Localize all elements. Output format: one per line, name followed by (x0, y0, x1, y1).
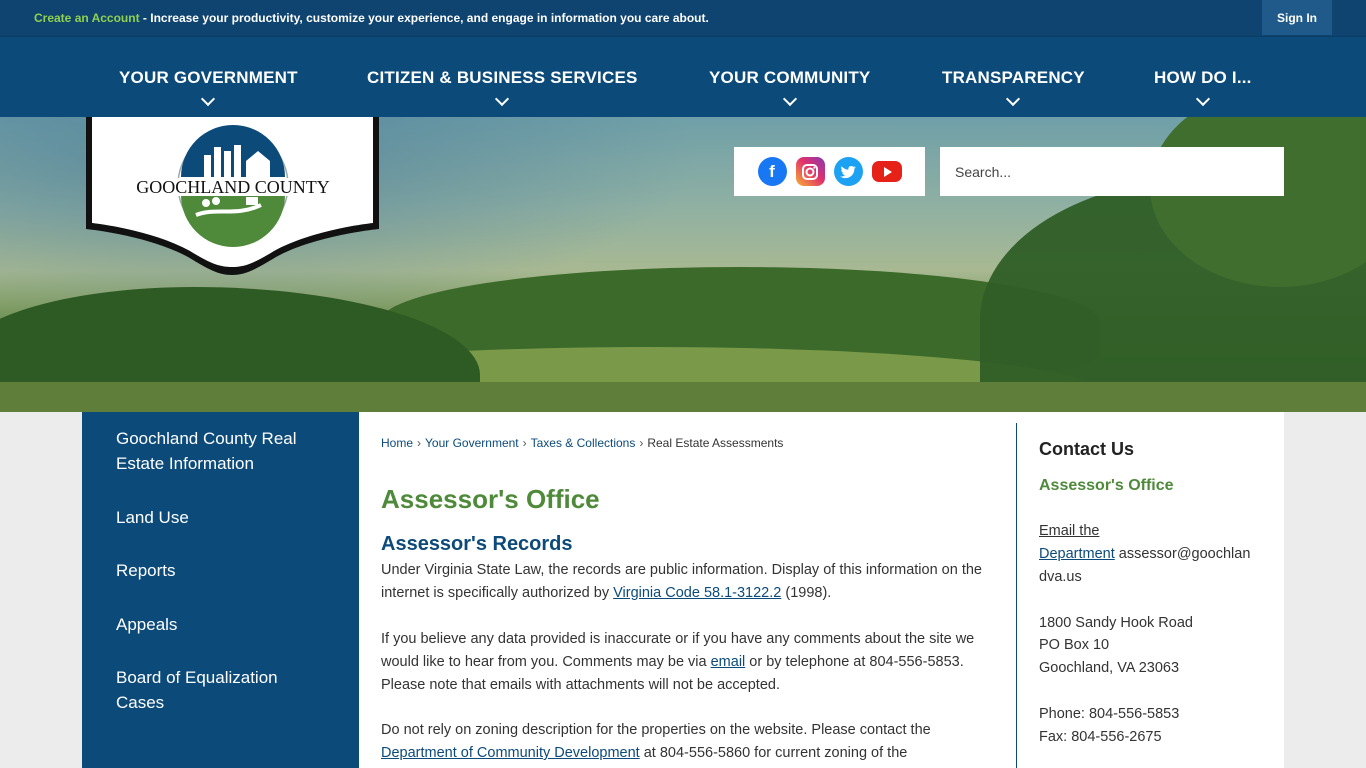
nav-your-community[interactable]: YOUR COMMUNITY (709, 68, 871, 107)
chevron-down-icon (782, 91, 797, 107)
breadcrumb-separator: › (417, 436, 422, 450)
account-message-text: - Increase your productivity, customize … (139, 11, 709, 25)
contact-panel: Contact Us Assessor's Office Email the D… (1016, 412, 1284, 768)
contact-phone: Phone: 804-556-5853 (1039, 706, 1180, 722)
paragraph-public-records: Under Virginia State Law, the records ar… (381, 562, 982, 601)
sidebar-item-reports[interactable]: Reports (116, 558, 326, 583)
nav-label: YOUR COMMUNITY (709, 68, 871, 87)
breadcrumb-separator: › (639, 436, 644, 450)
breadcrumb-home[interactable]: Home (381, 436, 413, 450)
county-logo[interactable]: GOOCHLAND COUNTY (86, 117, 379, 275)
logo-text: GOOCHLAND COUNTY (136, 177, 330, 197)
nav-transparency[interactable]: TRANSPARENCY (942, 68, 1085, 107)
breadcrumb-your-government[interactable]: Your Government (425, 436, 519, 450)
sidebar-item-appeals[interactable]: Appeals (116, 612, 326, 637)
chevron-down-icon (495, 91, 510, 107)
contact-department: Assessor's Office (1039, 477, 1174, 494)
nav-label: CITIZEN & BUSINESS SERVICES (367, 68, 638, 87)
chevron-down-icon (1006, 91, 1021, 107)
sign-in-button[interactable]: Sign In (1262, 0, 1332, 35)
instagram-icon[interactable] (795, 157, 825, 186)
account-bar: Create an Account - Increase your produc… (0, 0, 1366, 36)
main-nav: YOUR GOVERNMENT CITIZEN & BUSINESS SERVI… (0, 36, 1366, 117)
nav-label: TRANSPARENCY (942, 68, 1085, 87)
page-title: Assessor's Office (381, 484, 600, 514)
contact-email-line: Department assessor@goochlan (1039, 546, 1250, 562)
nav-label: YOUR GOVERNMENT (119, 68, 298, 87)
search-box (940, 147, 1284, 196)
contact-address-pobox: PO Box 10 (1039, 637, 1110, 653)
contact-email-cont: dva.us (1039, 569, 1082, 585)
nav-citizen-business-services[interactable]: CITIZEN & BUSINESS SERVICES (367, 68, 638, 107)
youtube-icon[interactable] (871, 161, 902, 182)
breadcrumb: Home › Your Government › Taxes & Collections… (381, 436, 783, 450)
facebook-icon[interactable]: f (757, 157, 787, 186)
sidebar-item-board-of-equalization-cases[interactable]: Board of Equalization Cases (116, 665, 326, 715)
contact-divider (1016, 423, 1017, 768)
logo-seal-icon: GOOCHLAND COUNTY (86, 117, 379, 275)
paragraph-zoning: Do not rely on zoning description for th… (381, 722, 931, 761)
contact-address-street: 1800 Sandy Hook Road (1039, 615, 1193, 631)
sidebar-item-real-estate-information[interactable]: Goochland County Real Estate Information (116, 426, 326, 476)
email-department-link[interactable]: Department (1039, 546, 1115, 562)
contact-fax: Fax: 804-556-2675 (1039, 729, 1162, 745)
sidebar-item-land-use[interactable]: Land Use (116, 505, 326, 530)
account-message: Create an Account - Increase your produc… (34, 11, 709, 25)
nav-how-do-i[interactable]: HOW DO I... (1154, 68, 1252, 107)
paragraph-comments: If you believe any data provided is inac… (381, 631, 975, 693)
contact-address-city: Goochland, VA 23063 (1039, 660, 1180, 676)
section-title: Assessor's Records (381, 533, 573, 555)
create-account-link[interactable]: Create an Account (34, 11, 140, 25)
virginia-code-link[interactable]: Virginia Code 58.1-3122.2 (613, 585, 781, 601)
breadcrumb-taxes-collections[interactable]: Taxes & Collections (531, 436, 636, 450)
main-content: Home › Your Government › Taxes & Collections… (359, 412, 1016, 768)
social-links: f (734, 147, 925, 196)
hero-ground (0, 382, 1366, 412)
search-input[interactable] (940, 147, 1240, 196)
nav-label: HOW DO I... (1154, 68, 1252, 87)
contact-email: assessor@goochlan (1114, 546, 1251, 562)
chevron-down-icon (1195, 91, 1210, 107)
breadcrumb-separator: › (522, 436, 527, 450)
contact-heading: Contact Us (1039, 439, 1135, 459)
community-development-link[interactable]: Department of Community Development (381, 745, 640, 761)
sidebar: Goochland County Real Estate Information… (82, 412, 359, 768)
nav-your-government[interactable]: YOUR GOVERNMENT (119, 68, 298, 107)
email-link[interactable]: email (711, 654, 746, 670)
breadcrumb-current: Real Estate Assessments (647, 436, 784, 450)
chevron-down-icon (201, 91, 216, 107)
email-department-link[interactable]: Email the (1039, 523, 1099, 539)
twitter-icon[interactable] (833, 157, 863, 186)
